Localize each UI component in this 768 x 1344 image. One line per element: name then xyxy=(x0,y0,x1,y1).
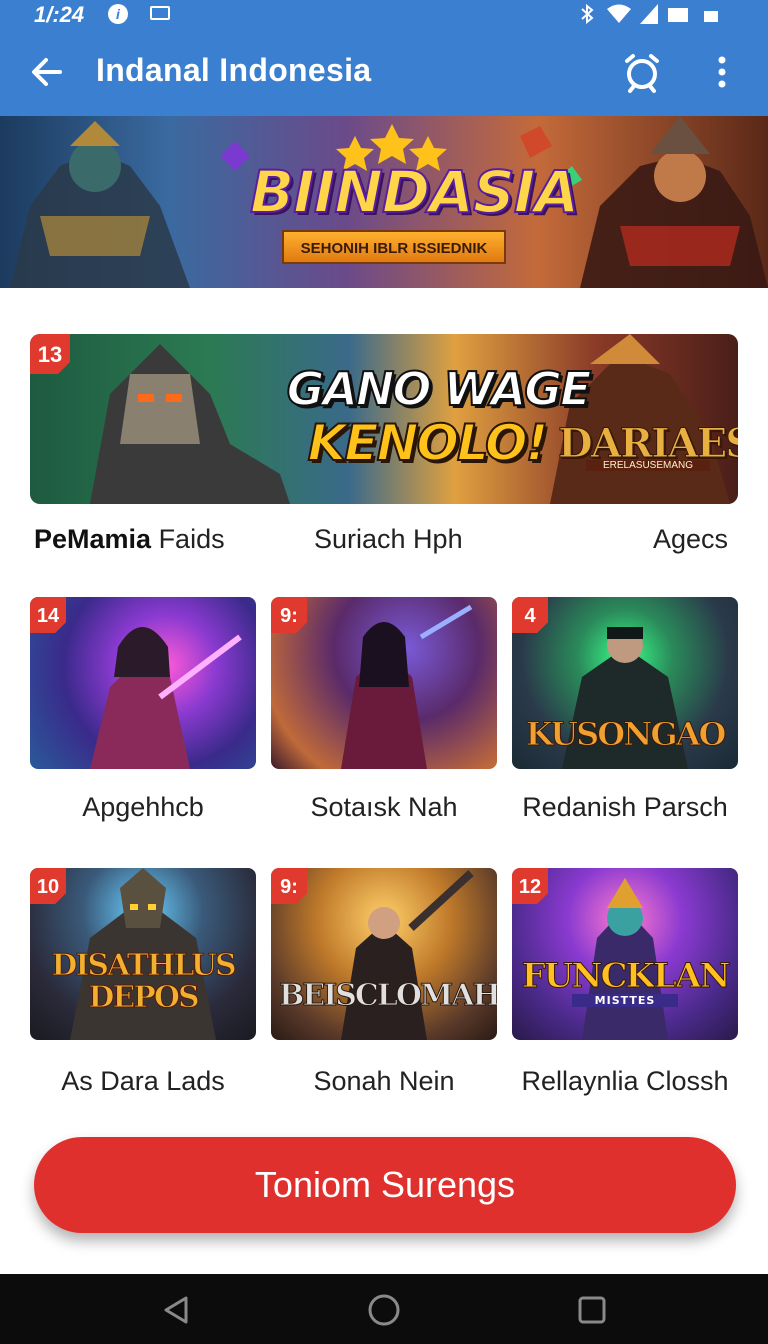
game-caption[interactable]: Rellaynlia Clossh xyxy=(505,1066,745,1097)
nav-home-icon[interactable] xyxy=(366,1292,402,1328)
alarm-clock-icon[interactable] xyxy=(618,48,666,96)
wifi-icon xyxy=(607,4,631,23)
featured-caption-right[interactable]: Agecs xyxy=(653,524,728,555)
status-time: 1/:24 xyxy=(34,2,85,27)
game-card[interactable]: 10 DISATHLUS DEPOS xyxy=(30,868,256,1040)
game-logo: KUSONGAO xyxy=(525,715,727,754)
rank-badge: 9: xyxy=(271,597,307,633)
hero-subtitle: SEHONIH IBLR ISSIEDNIK xyxy=(282,230,506,264)
message-icon xyxy=(150,6,170,20)
bluetooth-icon xyxy=(581,4,594,24)
game-caption[interactable]: Apgehhcb xyxy=(23,792,263,823)
game-card[interactable]: 12 FUNCKLAN MISTTES xyxy=(512,868,738,1040)
game-caption[interactable]: As Dara Lads xyxy=(23,1066,263,1097)
page-title: Indanal Indonesia xyxy=(96,52,372,88)
featured-headline-1: GANO WAGE xyxy=(286,361,593,417)
game-card[interactable]: 4 KUSONGAO xyxy=(512,597,738,769)
game-logo: DISATHLUS DEPOS xyxy=(51,948,237,1015)
game-logo: FUNCKLAN xyxy=(521,956,731,997)
featured-logo-sub: ERELASUSEMANG xyxy=(586,460,710,471)
rank-badge: 13 xyxy=(30,334,70,374)
primary-cta-button[interactable]: Toniom Surengs xyxy=(34,1137,736,1233)
featured-headline-2: KENOLO! xyxy=(307,413,550,473)
nav-back-icon[interactable] xyxy=(158,1292,194,1328)
app-bar: Indanal Indonesia xyxy=(0,28,768,116)
rank-badge: 9: xyxy=(271,868,307,904)
game-logo: BEISCLOMAH xyxy=(279,978,498,1014)
rank-badge: 12 xyxy=(512,868,548,904)
battery-icon xyxy=(704,6,718,22)
signal-icon xyxy=(640,4,658,24)
sim-icon xyxy=(668,8,688,22)
featured-caption-bold: PeMamia xyxy=(34,524,152,554)
system-nav-bar xyxy=(0,1274,768,1344)
featured-captions: PeMamia Faids Suriach Hph Agecs xyxy=(0,524,768,564)
status-bar: 1/:24 i xyxy=(0,0,768,28)
game-logo-sub: MISTTES xyxy=(572,994,678,1007)
game-card[interactable]: 14 xyxy=(30,597,256,769)
game-caption[interactable]: Redanish Parsch xyxy=(505,792,745,823)
featured-game-card[interactable]: 13 GANO WAGE KENOLO! DARIAESA ERELASUSEM… xyxy=(30,334,738,504)
more-vert-icon[interactable] xyxy=(698,48,746,96)
hero-title: BIINDASIA xyxy=(249,157,580,227)
hero-banner[interactable]: BIINDASIA SEHONIH IBLR ISSIEDNIK xyxy=(0,116,768,288)
rank-badge: 10 xyxy=(30,868,66,904)
game-caption[interactable]: Sotaısk Nah xyxy=(264,792,504,823)
rank-badge: 14 xyxy=(30,597,66,633)
game-card[interactable]: 9: BEISCLOMAH xyxy=(271,868,497,1040)
featured-caption-rest: Faids xyxy=(151,524,225,554)
rank-badge: 4 xyxy=(512,597,548,633)
nav-recents-icon[interactable] xyxy=(574,1292,610,1328)
game-card[interactable]: 9: xyxy=(271,597,497,769)
featured-caption-left[interactable]: PeMamia Faids xyxy=(34,524,225,555)
info-icon: i xyxy=(108,4,128,24)
arrow-left-icon[interactable] xyxy=(26,50,70,94)
game-caption[interactable]: Sonah Nein xyxy=(264,1066,504,1097)
featured-caption-center[interactable]: Suriach Hph xyxy=(314,524,463,555)
